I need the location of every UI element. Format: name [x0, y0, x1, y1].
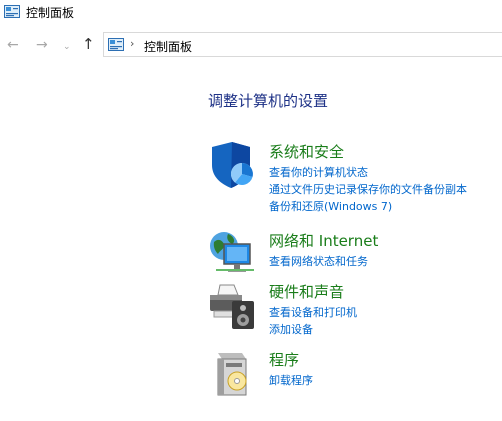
window-title: 控制面板: [26, 6, 75, 20]
control-panel-icon: [4, 5, 20, 18]
back-arrow-icon[interactable]: ←: [7, 38, 19, 52]
printer-speaker-icon: [210, 284, 254, 329]
address-bar[interactable]: › 控制面板: [103, 32, 502, 57]
link-uninstall-program[interactable]: 卸载程序: [269, 372, 313, 389]
breadcrumb-control-panel[interactable]: 控制面板: [144, 38, 192, 55]
navigation-bar: ← → ⌄ ↑ › 控制面板: [0, 30, 502, 62]
forward-arrow-icon[interactable]: →: [36, 38, 48, 52]
page-title: 调整计算机的设置: [208, 92, 329, 110]
breadcrumb-chevron-icon[interactable]: ›: [130, 37, 134, 50]
category-title-network-internet[interactable]: 网络和 Internet: [269, 230, 378, 251]
link-add-device[interactable]: 添加设备: [269, 321, 357, 338]
recent-locations-dropdown-icon[interactable]: ⌄: [63, 40, 71, 54]
programs-disc-icon: [217, 353, 247, 396]
network-globe-icon: [210, 232, 254, 272]
control-panel-icon: [108, 38, 124, 51]
shield-icon: [212, 142, 253, 188]
link-backup-restore[interactable]: 备份和还原(Windows 7): [269, 198, 467, 215]
up-arrow-icon[interactable]: ↑: [82, 37, 95, 52]
category-title-programs[interactable]: 程序: [269, 349, 299, 370]
category-title-hardware-sound[interactable]: 硬件和声音: [269, 281, 344, 302]
link-view-network-status[interactable]: 查看网络状态和任务: [269, 253, 368, 270]
link-view-computer-status[interactable]: 查看你的计算机状态: [269, 164, 467, 181]
category-title-system-security[interactable]: 系统和安全: [269, 141, 344, 162]
title-bar: 控制面板: [0, 0, 502, 26]
link-file-history-backup[interactable]: 通过文件历史记录保存你的文件备份副本: [269, 181, 467, 198]
link-view-devices-printers[interactable]: 查看设备和打印机: [269, 304, 357, 321]
